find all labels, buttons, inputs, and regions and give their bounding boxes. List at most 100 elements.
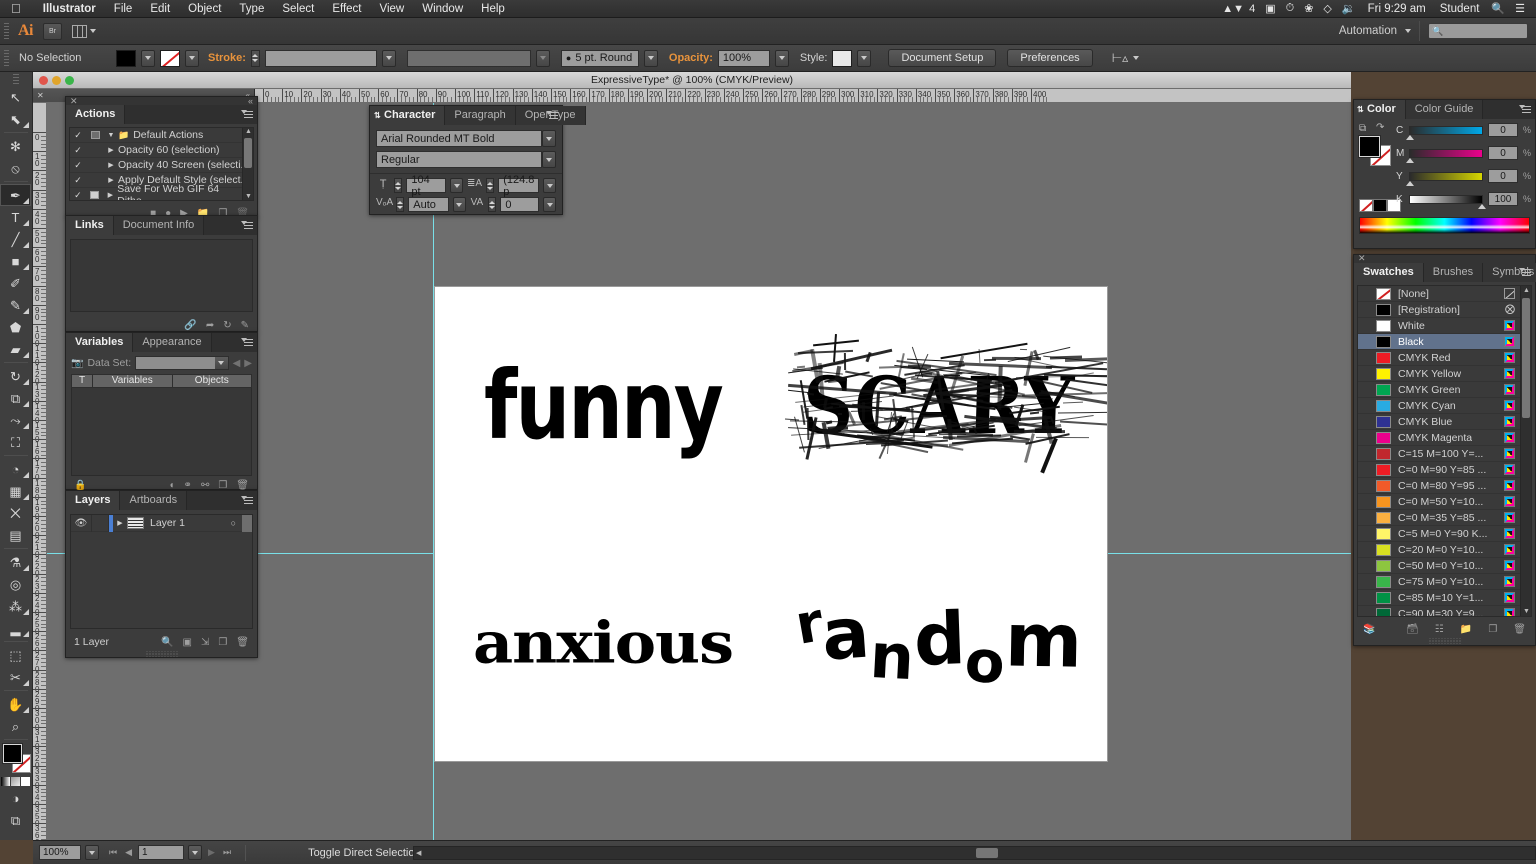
preferences-button[interactable]: Preferences: [1007, 49, 1093, 67]
lock-icon[interactable]: 🔒: [74, 480, 86, 491]
horizontal-scrollbar[interactable]: ◀: [413, 846, 1536, 860]
pencil-tool[interactable]: ✎: [0, 294, 31, 316]
swatches-list[interactable]: [None] [Registration] ⨂ White Black CMYK Red C…: [1357, 285, 1532, 617]
scroll-up-icon[interactable]: ▲: [1523, 287, 1530, 294]
panel-menu-icon[interactable]: [241, 337, 253, 347]
swatch-row[interactable]: C=75 M=0 Y=10...: [1358, 574, 1520, 590]
delete-variable-icon[interactable]: 🗑: [236, 480, 249, 491]
close-icon[interactable]: ✕: [37, 91, 44, 100]
stroke-weight-stepper[interactable]: [250, 49, 260, 67]
delete-swatch-icon[interactable]: 🗑: [1513, 624, 1526, 635]
first-artboard-icon[interactable]: ⏮: [107, 847, 119, 858]
panel-menu-icon[interactable]: [546, 110, 558, 120]
scroll-up-icon[interactable]: ▲: [245, 128, 252, 135]
action-row[interactable]: ✓ ▶ Save For Web GIF 64 Dithe...: [70, 183, 253, 200]
wifi-icon[interactable]: ▲▼: [1217, 3, 1249, 15]
new-variable-icon[interactable]: ❐: [218, 480, 227, 491]
vertical-ruler[interactable]: 0102030405060708090100110120130140150160…: [33, 103, 47, 840]
kerning-field[interactable]: Auto: [408, 197, 449, 212]
color-slider-k[interactable]: K 100%: [1396, 192, 1531, 209]
action-row[interactable]: ✓ ▼ 📁 Default Actions: [70, 128, 253, 143]
symbol-sprayer-tool[interactable]: ⁂: [0, 595, 31, 617]
slider-track[interactable]: [1406, 171, 1483, 186]
maximize-icon[interactable]: [65, 75, 74, 85]
new-swatch-icon[interactable]: ❐: [1488, 624, 1497, 635]
swatch-row[interactable]: CMYK Cyan: [1358, 398, 1520, 414]
column-graph-tool[interactable]: ▂: [0, 617, 31, 639]
time-machine-icon[interactable]: ⏱: [1281, 2, 1300, 15]
shape-builder-tool[interactable]: ◔: [0, 458, 31, 480]
lasso-tool[interactable]: ⦸: [0, 157, 31, 179]
font-size-field[interactable]: 104 pt: [406, 174, 447, 198]
color-button[interactable]: [1, 776, 10, 786]
artboard-number-field[interactable]: 1: [138, 845, 185, 860]
swatches-scrollbar[interactable]: ▲ ▼: [1520, 286, 1531, 616]
tab-layers[interactable]: Layers: [66, 491, 121, 510]
slider-track[interactable]: [1406, 148, 1483, 163]
swatch-libraries-menu-icon[interactable]: 📚: [1363, 624, 1375, 635]
column-objects[interactable]: Objects: [172, 374, 252, 388]
swatch-row[interactable]: CMYK Red: [1358, 350, 1520, 366]
color-slider-m[interactable]: M 0%: [1396, 146, 1531, 163]
minimize-icon[interactable]: [52, 75, 61, 85]
unbind-variable-icon[interactable]: ⚯: [201, 480, 209, 491]
type-tool[interactable]: T: [0, 206, 31, 228]
panel-resize-grip[interactable]: [1427, 638, 1462, 644]
font-size-stepper[interactable]: [394, 178, 403, 193]
font-family-dropdown[interactable]: [542, 130, 556, 147]
action-toggle-icon[interactable]: ✓: [70, 160, 86, 171]
pen-tool[interactable]: ✒: [0, 184, 31, 206]
layer-name[interactable]: Layer 1: [150, 517, 185, 529]
actions-list[interactable]: ✓ ▼ 📁 Default Actions ✓ ▶ Opacity 60 (selectio…: [69, 127, 254, 201]
appbar-grip[interactable]: [4, 22, 9, 40]
align-dropdown-icon[interactable]: [1133, 56, 1140, 60]
document-setup-button[interactable]: Document Setup: [888, 49, 997, 67]
tab-swatches[interactable]: Swatches: [1354, 263, 1424, 282]
rectangle-tool[interactable]: ■: [0, 250, 31, 272]
paintbrush-tool[interactable]: ✐: [0, 272, 31, 294]
selection-tool[interactable]: ↖: [0, 86, 31, 108]
artboard-dropdown[interactable]: [188, 845, 203, 860]
slider-value[interactable]: 0: [1487, 169, 1518, 183]
kerning-stepper[interactable]: [396, 197, 405, 212]
capture-data-set-icon[interactable]: 📷: [71, 358, 83, 369]
tracking-field[interactable]: 0: [500, 197, 540, 212]
opacity-field[interactable]: 100%: [717, 49, 770, 67]
apple-icon[interactable]: : [11, 2, 21, 15]
scroll-down-icon[interactable]: ▼: [245, 193, 252, 200]
panel-menu-icon[interactable]: [1519, 267, 1531, 277]
color-spectrum-bar[interactable]: [1359, 217, 1530, 234]
none-swatch[interactable]: [1359, 199, 1373, 212]
eyedropper-tool[interactable]: ⚗: [0, 551, 31, 573]
expand-triangle-icon[interactable]: ▶: [113, 519, 127, 527]
fill-color-swatch[interactable]: [116, 49, 136, 67]
slider-value[interactable]: 0: [1487, 123, 1518, 137]
arrange-documents-icon[interactable]: [72, 24, 96, 38]
column-type[interactable]: T: [71, 374, 93, 388]
lock-toggle[interactable]: [91, 514, 109, 532]
menu-illustrator[interactable]: Illustrator: [34, 0, 105, 18]
panel-resize-grip[interactable]: [144, 651, 179, 657]
action-expand-icon[interactable]: ▶: [103, 191, 117, 199]
create-new-layer-icon[interactable]: ❐: [218, 637, 227, 648]
slider-track[interactable]: [1409, 194, 1486, 209]
align-objects-icon[interactable]: ⊢▵: [1112, 51, 1128, 65]
swatch-row[interactable]: Black: [1358, 334, 1520, 350]
swatch-row[interactable]: C=15 M=100 Y=...: [1358, 446, 1520, 462]
notification-center-icon[interactable]: ☰: [1510, 2, 1530, 15]
scrollbar-thumb[interactable]: [1522, 298, 1530, 418]
menu-window[interactable]: Window: [413, 0, 472, 18]
menu-type[interactable]: Type: [230, 0, 273, 18]
action-row[interactable]: ✓ ▶ Opacity 60 (selection): [70, 143, 253, 158]
leading-field[interactable]: (124.8 p: [498, 174, 540, 198]
slider-value[interactable]: 0: [1487, 146, 1518, 160]
tab-actions[interactable]: Actions: [66, 105, 126, 124]
swatch-row[interactable]: C=5 M=0 Y=90 K...: [1358, 526, 1520, 542]
target-indicator-icon[interactable]: ○: [231, 518, 236, 528]
kerning-dropdown[interactable]: [452, 197, 466, 212]
menu-effect[interactable]: Effect: [323, 0, 370, 18]
swatch-row[interactable]: [Registration] ⨂: [1358, 302, 1520, 318]
stroke-weight-field[interactable]: [264, 49, 377, 67]
edit-original-icon[interactable]: ✎: [241, 320, 249, 331]
font-style-dropdown[interactable]: [542, 151, 556, 168]
